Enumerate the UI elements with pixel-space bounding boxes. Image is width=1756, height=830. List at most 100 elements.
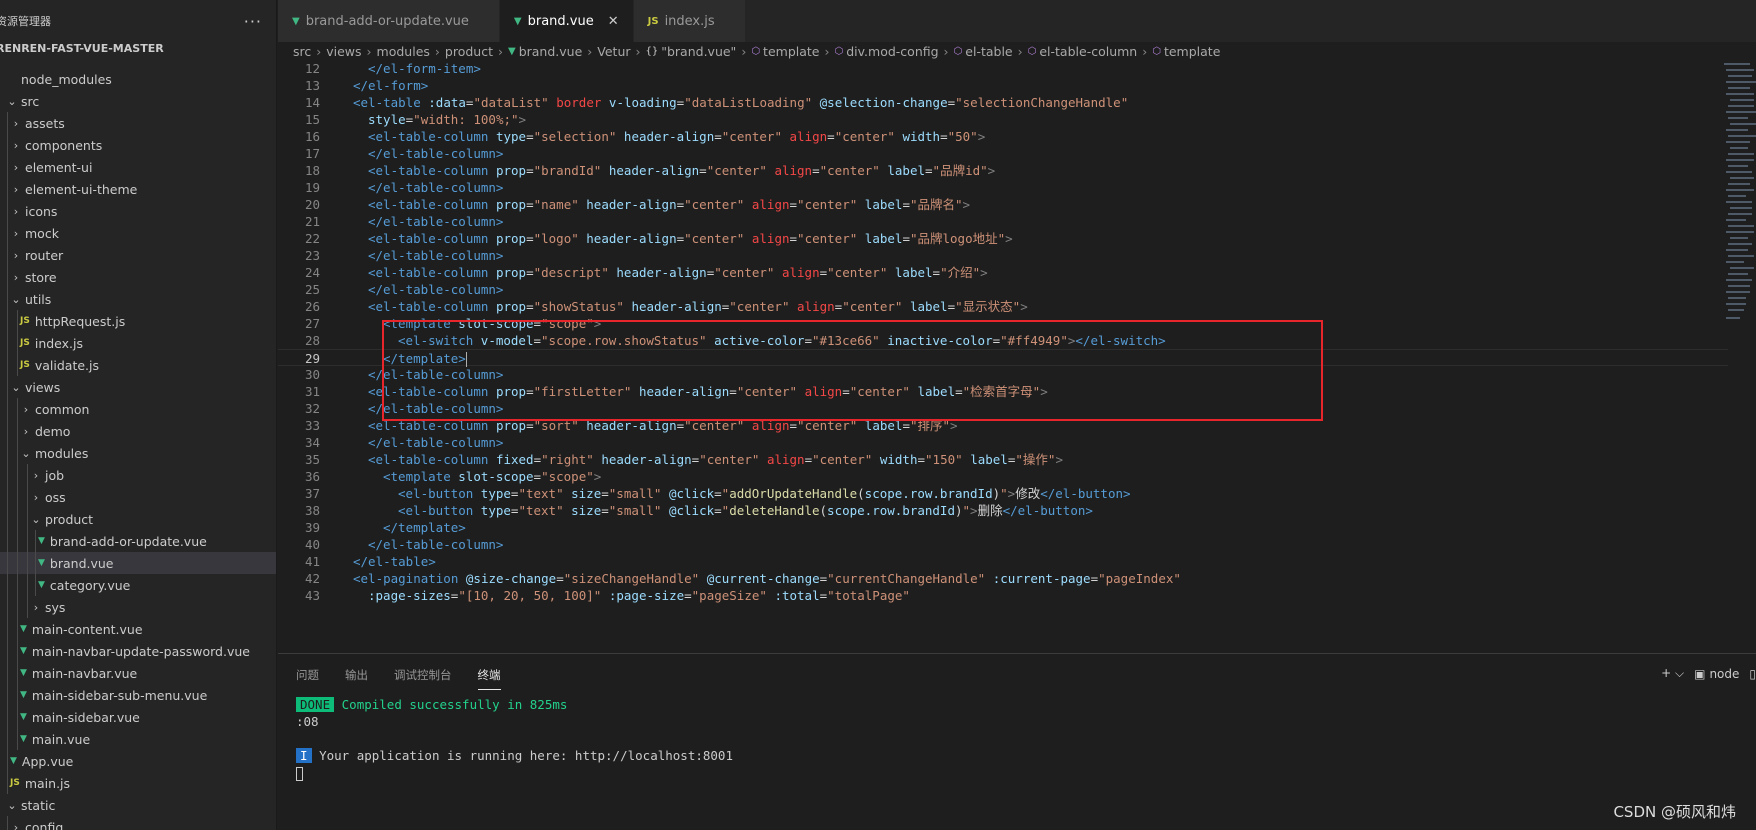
terminal[interactable]: DONE Compiled successfully in 825ms :08 … xyxy=(278,696,1756,781)
split-terminal-icon[interactable]: ▯ xyxy=(1749,667,1756,681)
tree-item-label: validate.js xyxy=(34,357,99,373)
project-root[interactable]: RENREN-FAST-VUE-MASTER xyxy=(0,42,276,58)
code-token: @current-change xyxy=(706,571,820,586)
tree-item[interactable]: › element-ui-theme xyxy=(0,178,276,200)
terminal-name[interactable]: node xyxy=(1709,667,1739,681)
breadcrumb-item[interactable]: views xyxy=(326,44,361,59)
tree-item-label: assets xyxy=(25,115,65,131)
indent-guide xyxy=(7,596,8,618)
indent-guide xyxy=(17,464,18,486)
more-actions-icon[interactable]: ··· xyxy=(244,12,262,31)
tree-item[interactable]: ⌄ views xyxy=(0,376,276,398)
code-token: = xyxy=(526,265,534,280)
panel-tab[interactable]: 终端 xyxy=(477,661,501,690)
panel-tab[interactable]: 调试控制台 xyxy=(394,661,452,689)
line-number: 35 xyxy=(304,452,320,467)
tree-item[interactable]: JS httpRequest.js xyxy=(0,310,276,332)
code-text: </el-table-column> xyxy=(368,400,503,417)
tree-item[interactable]: › mock xyxy=(0,222,276,244)
tree-item[interactable]: › job xyxy=(0,464,276,486)
code-token: <template xyxy=(383,469,451,484)
tree-item[interactable]: JS validate.js xyxy=(0,354,276,376)
close-icon[interactable]: ✕ xyxy=(608,14,619,29)
tree-item[interactable]: ▼ main.vue xyxy=(0,728,276,750)
breadcrumb-item[interactable]: product xyxy=(445,44,493,59)
tree-item[interactable]: ▼ main-sidebar-sub-menu.vue xyxy=(0,684,276,706)
code-token: = xyxy=(729,384,737,399)
tree-item[interactable]: ▼ main-navbar.vue xyxy=(0,662,276,684)
tree-item[interactable]: ▼ category.vue xyxy=(0,574,276,596)
tree-item[interactable]: node_modules xyxy=(0,68,276,90)
tree-item-label: httpRequest.js xyxy=(34,313,126,329)
code-token: = xyxy=(789,418,798,433)
breadcrumb-item[interactable]: modules xyxy=(377,44,430,59)
code-token: " xyxy=(1000,486,1008,501)
tree-item[interactable]: ⌄ src xyxy=(0,90,276,112)
code-line: 20 <el-table-column prop="name" header-al… xyxy=(278,196,1728,213)
code-token: type xyxy=(480,503,511,518)
vue-file-icon: ▼ xyxy=(513,15,522,27)
code-token: = xyxy=(819,588,828,603)
tree-item[interactable]: ▼ brand.vue xyxy=(0,552,276,574)
tree-item[interactable]: › demo xyxy=(0,420,276,442)
tree-item[interactable]: › element-ui xyxy=(0,156,276,178)
breadcrumb-item[interactable]: brand.vue xyxy=(519,44,583,59)
code-token: "center" xyxy=(842,299,903,314)
tree-item[interactable]: › oss xyxy=(0,486,276,508)
tree-item[interactable]: ▼ App.vue xyxy=(0,750,276,772)
breadcrumb-item[interactable]: el-table-column xyxy=(1039,44,1137,59)
breadcrumb-item[interactable]: "brand.vue" xyxy=(661,44,736,59)
tree-item[interactable]: JS index.js xyxy=(0,332,276,354)
tree-item[interactable]: › sys xyxy=(0,596,276,618)
panel-tab[interactable]: 问题 xyxy=(296,661,319,689)
tree-item[interactable]: › config xyxy=(0,816,276,830)
code-token: prop xyxy=(495,231,527,246)
indent-guide xyxy=(7,706,8,728)
minimap[interactable] xyxy=(1722,61,1756,361)
tree-item[interactable]: ⌄ utils xyxy=(0,288,276,310)
code-token: = xyxy=(714,129,722,144)
code-token: deleteHandle xyxy=(729,503,820,518)
breadcrumb-item[interactable]: src xyxy=(293,44,311,59)
tree-item[interactable]: ▼ brand-add-or-update.vue xyxy=(0,530,276,552)
code-token: "logo" xyxy=(533,231,579,246)
chevron-right-icon: › xyxy=(33,468,39,482)
code-editor[interactable]: 12 </el-form-item> 13 </el-form> 14 <el-table… xyxy=(278,61,1728,653)
terminal-line-prompt xyxy=(296,764,1756,781)
tab-brand-vue[interactable]: ▼ brand.vue ✕ xyxy=(499,0,634,42)
code-token: label xyxy=(909,299,948,314)
panel-tab[interactable]: 输出 xyxy=(345,661,368,689)
code-token: </el-table-column> xyxy=(368,282,504,297)
code-token: <el-table-column xyxy=(368,129,489,144)
tree-item[interactable]: › assets xyxy=(0,112,276,134)
tree-item[interactable]: › components xyxy=(0,134,276,156)
tree-item[interactable]: ⌄ static xyxy=(0,794,276,816)
breadcrumb-item[interactable]: el-table xyxy=(965,44,1012,59)
tab-index-js[interactable]: JS index.js xyxy=(633,0,746,42)
breadcrumb-item[interactable]: div.mod-config xyxy=(846,44,938,59)
tree-item[interactable]: › router xyxy=(0,244,276,266)
breadcrumb-item[interactable]: template xyxy=(1164,44,1220,59)
breadcrumb-item[interactable]: Vetur xyxy=(597,44,630,59)
breadcrumb-item[interactable]: template xyxy=(763,44,819,59)
tree-item[interactable]: ▼ main-content.vue xyxy=(0,618,276,640)
tree-item[interactable]: JS main.js xyxy=(0,772,276,794)
chevron-down-icon: ⌄ xyxy=(7,798,17,812)
tree-item[interactable]: › icons xyxy=(0,200,276,222)
tree-item[interactable]: › common xyxy=(0,398,276,420)
code-token: <el-pagination xyxy=(353,571,459,586)
code-token: "small" xyxy=(608,503,662,518)
chevron-down-icon: ⌄ xyxy=(11,292,21,306)
tree-item[interactable]: ▼ main-sidebar.vue xyxy=(0,706,276,728)
add-terminal-icon[interactable]: + ⌵ xyxy=(1661,666,1684,681)
tree-item[interactable]: ⌄ modules xyxy=(0,442,276,464)
line-number: 21 xyxy=(304,214,320,229)
tree-item[interactable]: ▼ main-navbar-update-password.vue xyxy=(0,640,276,662)
tree-item[interactable]: ⌄ product xyxy=(0,508,276,530)
tree-item[interactable]: › store xyxy=(0,266,276,288)
tab-brand-add-or-update-vue[interactable]: ▼ brand-add-or-update.vue xyxy=(278,0,500,42)
